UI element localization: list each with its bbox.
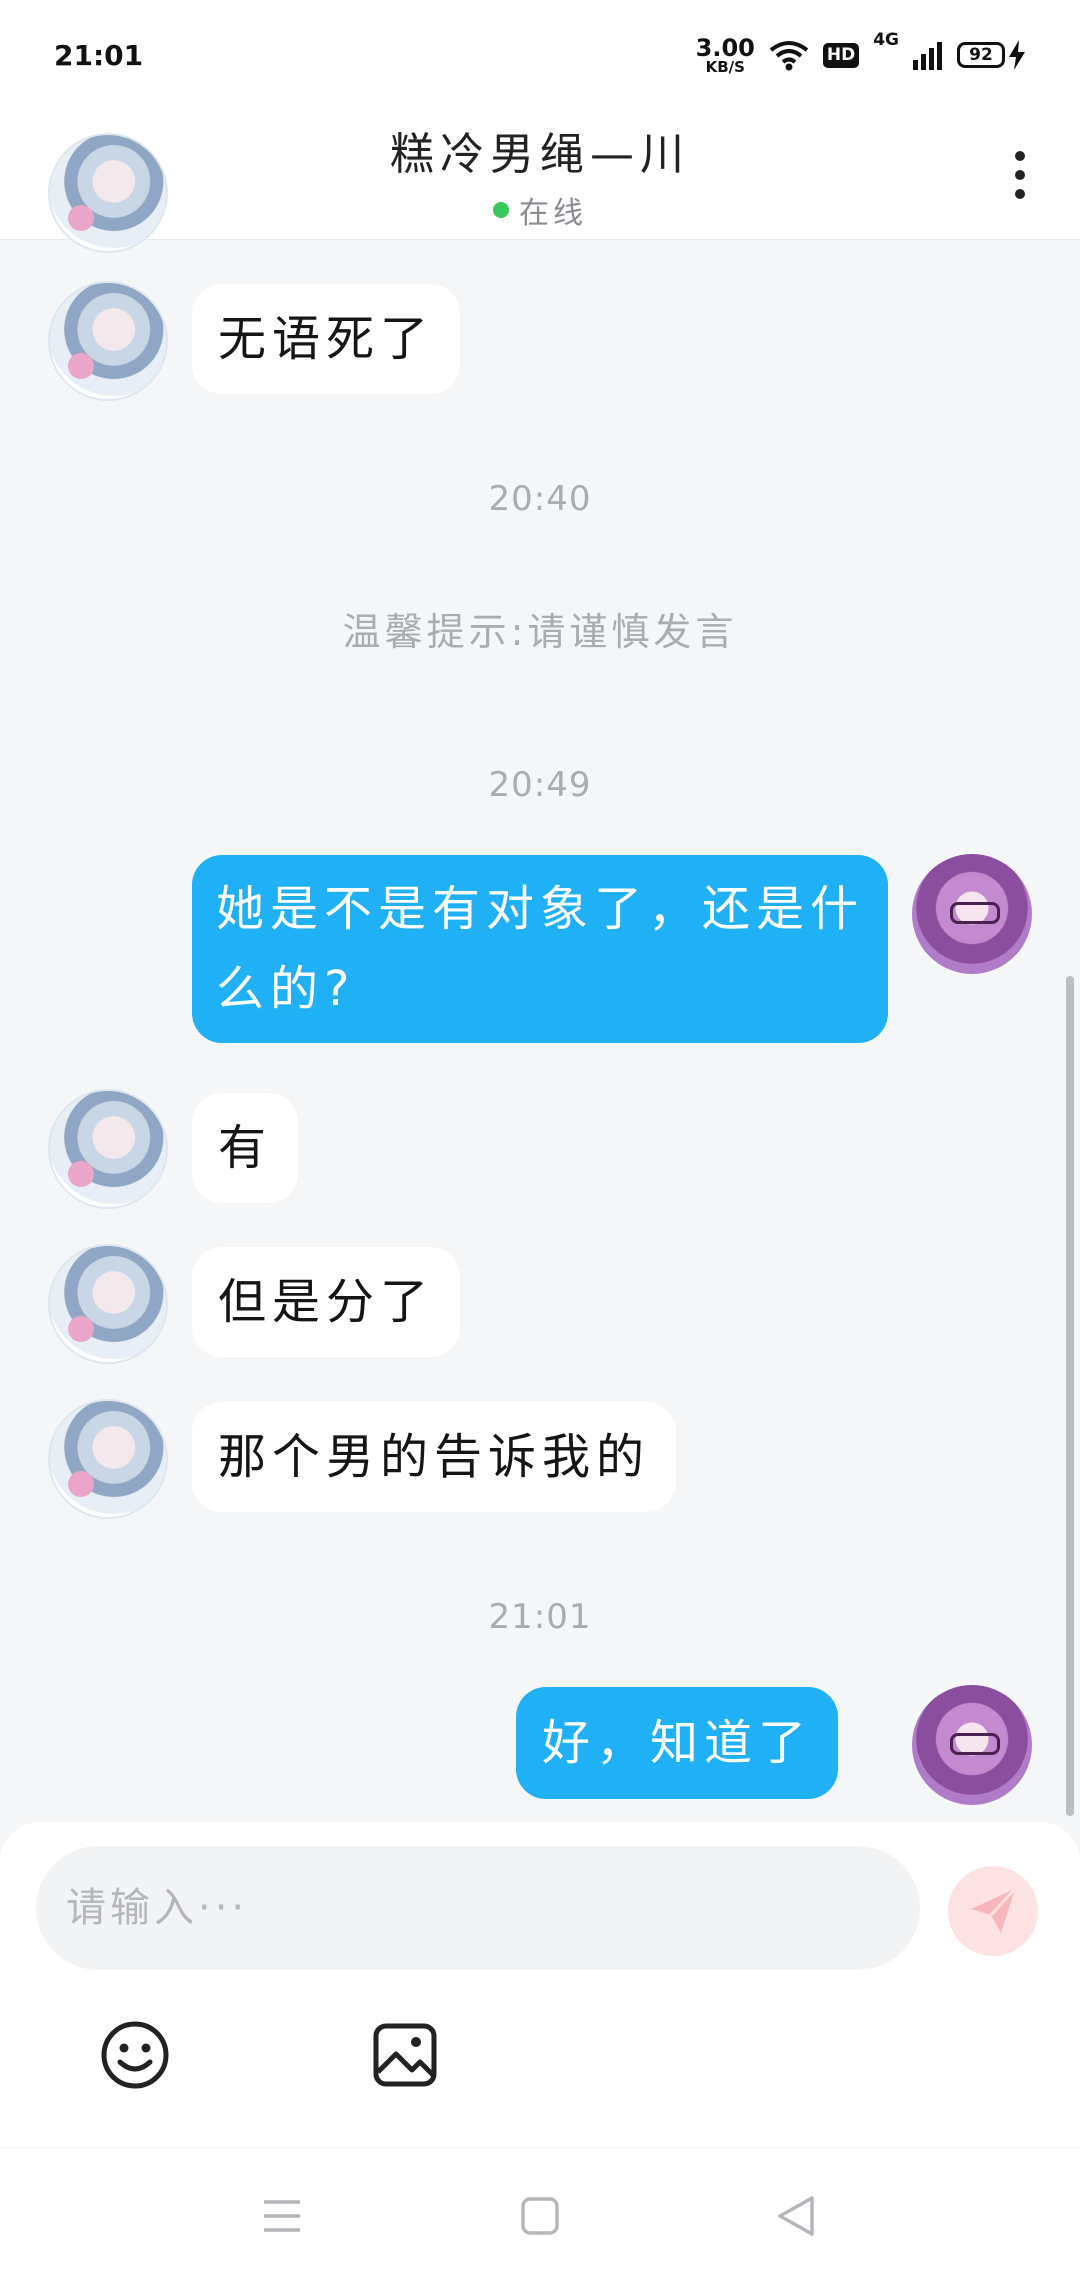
network-type: 4G xyxy=(873,29,899,50)
more-icon-dot xyxy=(1015,189,1025,199)
status-icons: 3.00 KB/S HD 4G 92 xyxy=(696,30,1026,75)
contact-avatar[interactable] xyxy=(48,1089,168,1209)
contact-avatar[interactable] xyxy=(48,133,168,253)
charging-icon xyxy=(1009,40,1025,70)
image-icon xyxy=(373,2023,437,2087)
emoji-button[interactable] xyxy=(100,2020,170,2090)
menu-nav-button[interactable] xyxy=(252,2186,312,2246)
online-status-label: 在线 xyxy=(519,196,587,231)
time-separator: 20:40 xyxy=(488,479,592,519)
net-speed: 3.00 KB/S xyxy=(696,36,755,75)
battery-indicator: 92 xyxy=(957,40,1026,70)
menu-icon xyxy=(264,2200,300,2232)
time-separator: 21:01 xyxy=(488,1597,592,1637)
status-time: 21:01 xyxy=(54,38,144,72)
message-list[interactable]: 无语死了 20:40 温馨提示:请谨慎发言 20:49 她是不是有对象了，还是什… xyxy=(0,133,1080,1821)
incoming-message[interactable]: 那个男的告诉我的 xyxy=(192,1402,677,1512)
net-speed-value: 3.00 xyxy=(695,33,755,62)
system-nav-bar xyxy=(0,2148,1080,2280)
more-icon-dot xyxy=(1015,170,1025,180)
home-nav-button[interactable] xyxy=(510,2186,570,2246)
send-button[interactable] xyxy=(948,1866,1038,1956)
user-avatar[interactable] xyxy=(912,854,1032,974)
back-nav-button[interactable] xyxy=(766,2186,826,2246)
contact-avatar[interactable] xyxy=(48,281,168,401)
incoming-message[interactable]: 无语死了 xyxy=(192,284,461,394)
back-nav-icon xyxy=(778,2196,814,2236)
status-bar: 21:01 3.00 KB/S HD 4G 92 xyxy=(0,0,1080,110)
more-icon-dot xyxy=(1015,151,1025,161)
contact-avatar[interactable] xyxy=(48,1399,168,1519)
online-dot-icon xyxy=(493,202,509,218)
battery-level: 92 xyxy=(957,42,1005,68)
signal-icon xyxy=(913,42,942,70)
input-panel xyxy=(0,1822,1080,2147)
time-separator: 20:49 xyxy=(488,765,592,805)
message-input[interactable] xyxy=(36,1846,920,1970)
wifi-icon xyxy=(769,41,809,71)
net-speed-unit: KB/S xyxy=(705,57,745,76)
emoji-icon xyxy=(101,2021,169,2089)
contact-avatar[interactable] xyxy=(48,1244,168,1364)
more-options-button[interactable] xyxy=(1000,138,1040,212)
outgoing-message[interactable]: 她是不是有对象了，还是什么的? xyxy=(192,855,888,1043)
scrollbar[interactable] xyxy=(1066,976,1074,1816)
hd-badge: HD xyxy=(822,42,860,68)
user-avatar[interactable] xyxy=(912,1685,1032,1805)
warning-tip: 温馨提示:请谨慎发言 xyxy=(342,610,738,654)
incoming-message[interactable]: 有 xyxy=(192,1093,299,1203)
image-button[interactable] xyxy=(370,2020,440,2090)
incoming-message[interactable]: 但是分了 xyxy=(192,1247,461,1357)
outgoing-message[interactable]: 好，知道了 xyxy=(516,1687,839,1799)
home-icon xyxy=(521,2197,559,2235)
send-icon xyxy=(971,1887,1017,1933)
